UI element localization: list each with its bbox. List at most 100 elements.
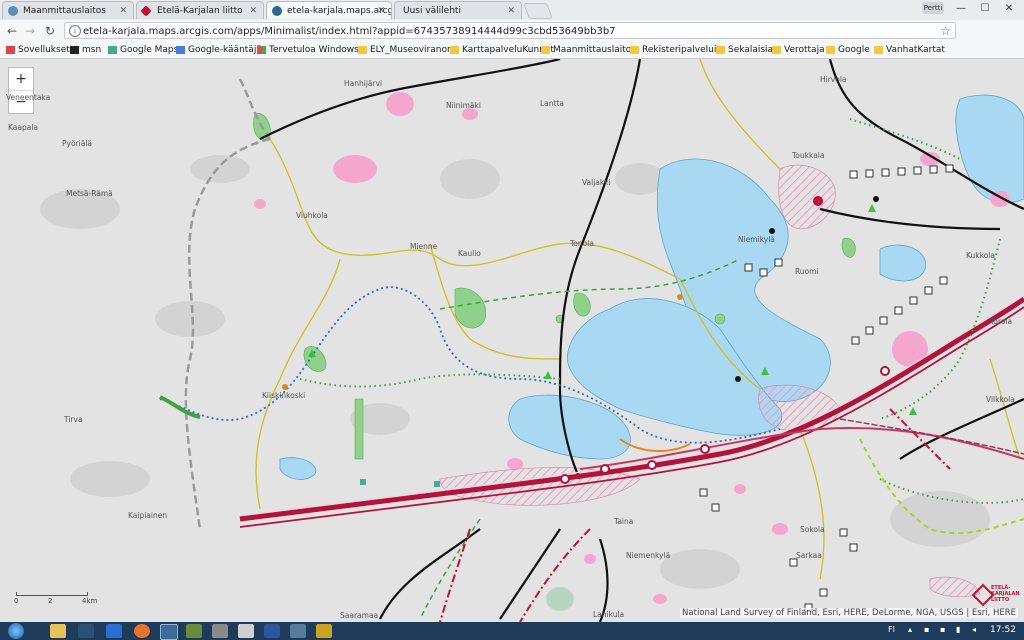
place-label: Lahikula — [593, 610, 625, 619]
url-text: etela-karjala.maps.arcgis.com/apps/Minim… — [83, 26, 616, 37]
place-label: Hirvola — [820, 75, 847, 84]
word-icon[interactable] — [264, 624, 280, 638]
place-label: Tonola — [570, 239, 594, 248]
app-icon[interactable] — [212, 624, 228, 638]
tab-arcgis-map[interactable]: etela-karjala.maps.arcgis. ✕ — [266, 1, 392, 19]
bookmark-star-icon[interactable]: ☆ — [940, 23, 951, 38]
windows-taskbar: FI ▴ ▪ ▪ ▮ ◂ 17:52 — [0, 622, 1024, 640]
internet-explorer-icon[interactable] — [106, 624, 122, 638]
liitto-logo-icon — [140, 5, 152, 17]
bookmark-label: Verottaja — [784, 45, 825, 55]
place-label: Kaulio — [458, 249, 481, 258]
network-icon[interactable]: ▮ — [956, 625, 960, 634]
etela-karjalan-liitto-logo: ETELÄ-KARJALAN LIITTO — [971, 581, 1020, 611]
minimize-button[interactable]: — — [948, 0, 974, 18]
bookmark-folder[interactable]: KarttapalveluKunnat — [450, 43, 554, 57]
place-label: Mienne — [410, 242, 438, 251]
folder-icon — [772, 46, 781, 54]
pdf-icon[interactable] — [238, 624, 254, 638]
terrain-patches — [40, 155, 990, 589]
forward-button[interactable]: → — [22, 23, 38, 39]
media-player-icon[interactable] — [78, 624, 94, 638]
tab-label: Etelä-Karjalan liitto — [157, 6, 243, 16]
close-icon[interactable]: ✕ — [377, 2, 385, 19]
bookmark-label: ELY_Museoviranom — [370, 45, 456, 55]
bookmark-folder[interactable]: ELY_Museoviranom — [358, 43, 456, 57]
language-indicator[interactable]: FI — [888, 625, 895, 634]
bookmark-label: VanhatKartat — [886, 45, 945, 55]
window-close-button[interactable]: ✕ — [996, 0, 1022, 18]
start-button[interactable] — [8, 623, 24, 639]
place-label: Vilkkola — [986, 395, 1015, 404]
bookmark-folder[interactable]: Maanmittauslaitos — [541, 43, 636, 57]
bookmark-folder[interactable]: Google — [826, 43, 870, 57]
tab-maanmittauslaitos[interactable]: Maanmittauslaitos ✕ — [2, 1, 134, 19]
bookmark-label: Google Maps — [120, 45, 179, 55]
close-icon[interactable]: ✕ — [119, 2, 127, 19]
user-profile-badge[interactable]: Pertti — [922, 2, 944, 14]
app-icon[interactable] — [290, 624, 306, 638]
tab-label: Maanmittauslaitos — [23, 6, 106, 16]
place-label: Toukkala — [792, 151, 825, 160]
toolbar: ← → ↻ i etela-karjala.maps.arcgis.com/ap… — [0, 20, 1024, 57]
tab-new-tab[interactable]: Uusi välilehti ✕ — [394, 1, 522, 19]
volume-icon[interactable]: ◂ — [972, 625, 976, 634]
bookmark-item[interactable]: Google Maps — [108, 43, 178, 57]
msn-icon — [70, 46, 79, 54]
tray-arrow-icon[interactable]: ▴ — [908, 625, 912, 634]
tab-etela-karjalan-liitto[interactable]: Etelä-Karjalan liitto ✕ — [136, 1, 264, 19]
bookmark-label: Maanmittauslaitos — [553, 45, 636, 55]
arcgis-icon — [272, 6, 282, 16]
folder-icon — [874, 46, 883, 54]
place-label: Sokola — [800, 525, 825, 534]
zoom-control: + − — [8, 67, 34, 114]
place-label: Valjakki — [582, 178, 611, 187]
chrome-icon[interactable] — [160, 624, 178, 640]
bookmark-folder[interactable]: Verottaja — [772, 43, 825, 57]
info-icon[interactable]: i — [69, 25, 81, 37]
bookmark-folder[interactable]: VanhatKartat — [874, 43, 945, 57]
place-label: Hanhijärvi — [344, 79, 383, 88]
place-label: Metsä-Rämä — [66, 189, 113, 198]
bookmark-folder[interactable]: Rekisteripalveluita — [630, 43, 725, 57]
firefox-icon[interactable] — [134, 624, 150, 638]
bookmark-item[interactable]: Tervetuloa Windows — [257, 43, 359, 57]
address-bar[interactable]: i etela-karjala.maps.arcgis.com/apps/Min… — [64, 22, 956, 39]
close-icon[interactable]: ✕ — [507, 2, 515, 19]
folder-icon — [358, 46, 367, 54]
clock[interactable]: 17:52 — [990, 625, 1016, 635]
bookmark-label: Tervetuloa Windows — [269, 45, 359, 55]
scale-label: 2 — [48, 597, 53, 605]
maximize-button[interactable]: ☐ — [972, 0, 998, 18]
file-explorer-icon[interactable] — [50, 624, 66, 638]
tray-icon[interactable]: ▪ — [924, 625, 929, 634]
tray-icon[interactable]: ▪ — [940, 625, 945, 634]
place-label: Ruomi — [795, 267, 819, 276]
bookmark-item[interactable]: Sovellukset — [6, 43, 70, 57]
translate-icon — [176, 46, 185, 54]
map-view[interactable]: + − Veneentaka Kaapala Pyöriälä Metsä-Rä… — [0, 59, 1024, 622]
place-label: Tirva — [64, 415, 83, 424]
app-icon[interactable] — [316, 624, 332, 638]
map-canvas[interactable] — [0, 59, 1024, 622]
bookmarks-bar: Sovellukset msn Google Maps Google-käänt… — [0, 42, 1024, 59]
reload-button[interactable]: ↻ — [42, 23, 58, 39]
folder-icon — [450, 46, 459, 54]
zoom-in-button[interactable]: + — [9, 68, 33, 91]
place-label: Taina — [614, 517, 634, 526]
place-label: Kaapala — [8, 123, 39, 132]
place-label: Niemikylä — [738, 235, 775, 244]
app-icon[interactable] — [186, 624, 202, 638]
bookmark-item[interactable]: msn — [70, 43, 101, 57]
new-tab-button[interactable] — [523, 3, 553, 19]
place-label: Saaramaa — [340, 611, 379, 620]
bookmark-label: Rekisteripalveluita — [642, 45, 726, 55]
back-button[interactable]: ← — [4, 23, 20, 39]
browser-window: Maanmittauslaitos ✕ Etelä-Karjalan liitt… — [0, 0, 1024, 640]
logo-text: ETELÄ-KARJALAN LIITTO — [991, 585, 1020, 603]
bookmark-item[interactable]: Google-kääntäjä — [176, 43, 262, 57]
close-icon[interactable]: ✕ — [249, 2, 257, 19]
map-attribution: National Land Survey of Finland, Esri, H… — [680, 608, 1018, 618]
place-label: Veneentaka — [6, 93, 51, 102]
bookmark-folder[interactable]: Sekalaisia — [716, 43, 773, 57]
